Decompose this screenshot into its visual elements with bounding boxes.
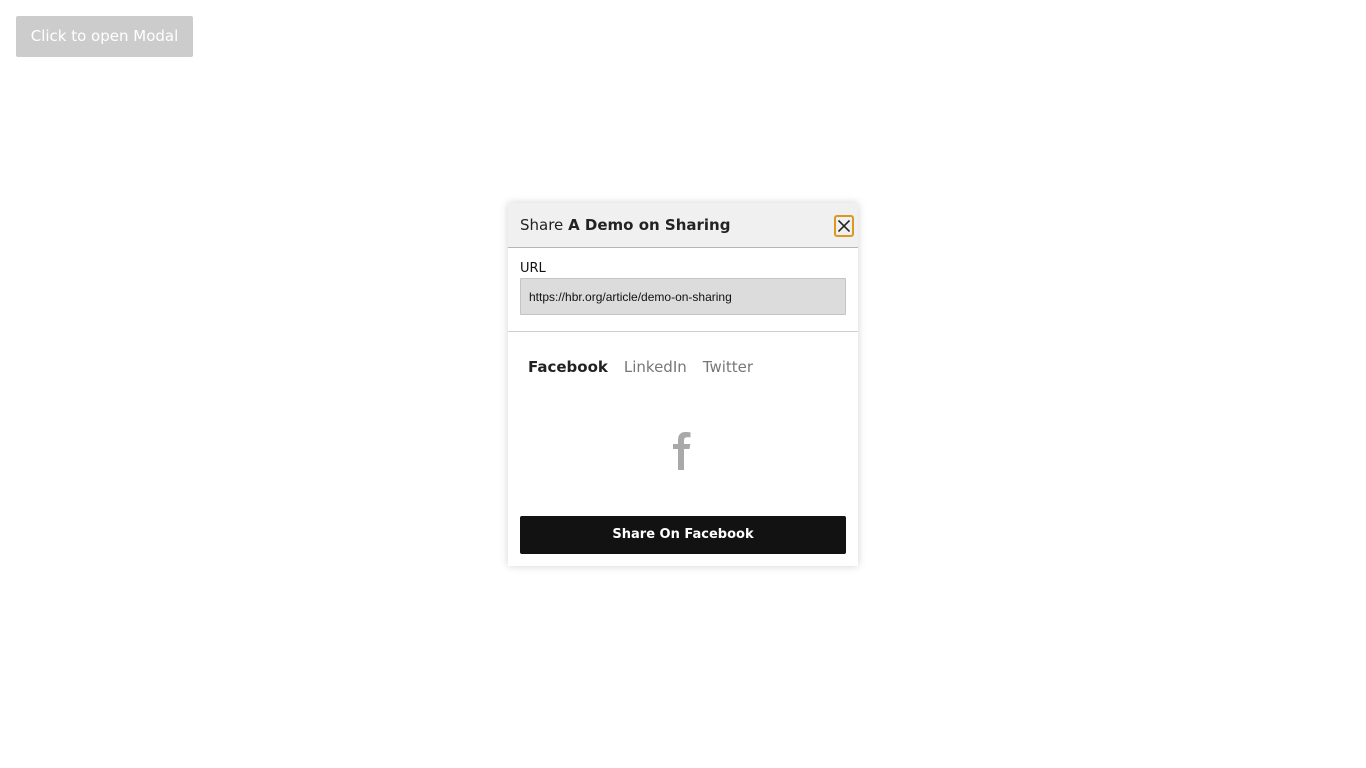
modal-title-prefix: Share	[520, 216, 564, 234]
close-button[interactable]	[834, 215, 854, 237]
tab-twitter[interactable]: Twitter	[703, 358, 753, 376]
url-label: URL	[520, 261, 546, 276]
tab-linkedin[interactable]: LinkedIn	[624, 358, 687, 376]
modal-title: Share A Demo on Sharing	[520, 216, 730, 234]
url-section: URL	[508, 248, 858, 332]
share-on-facebook-button[interactable]: Share On Facebook	[520, 516, 846, 554]
share-tabs: Facebook LinkedIn Twitter	[528, 358, 769, 376]
share-modal: Share A Demo on Sharing URL Facebook Lin…	[508, 203, 858, 566]
facebook-icon	[673, 432, 691, 470]
open-modal-button[interactable]: Click to open Modal	[16, 16, 193, 57]
tab-facebook[interactable]: Facebook	[528, 358, 608, 376]
modal-header: Share A Demo on Sharing	[508, 203, 858, 248]
url-field[interactable]	[520, 278, 846, 315]
close-icon	[838, 220, 850, 232]
modal-title-article: A Demo on Sharing	[568, 216, 731, 234]
